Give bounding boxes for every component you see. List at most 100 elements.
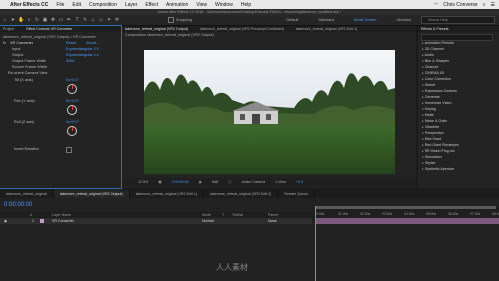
preset-category[interactable]: Generate <box>422 95 440 99</box>
snapping-toggle[interactable]: Snapping <box>168 17 192 23</box>
work-area-bar[interactable] <box>316 206 496 209</box>
workspace-libraries[interactable]: Libraries <box>396 18 411 22</box>
menu-animation[interactable]: Animation <box>166 2 188 8</box>
roto-tool-icon[interactable]: ✦ <box>106 17 112 23</box>
roll-dial[interactable] <box>67 126 77 136</box>
menu-help[interactable]: Help <box>241 2 251 8</box>
preset-category[interactable]: Red Giant Pluraleyes <box>422 143 459 147</box>
preset-category[interactable]: Animation Presets <box>422 41 454 45</box>
pan-behind-tool-icon[interactable]: ✥ <box>50 17 56 23</box>
preset-category[interactable]: Simulation <box>422 155 442 159</box>
exposure-value[interactable]: +0.0 <box>296 180 303 184</box>
timeline-tab-edit1[interactable]: lakemore_retreat_original (VR2 Edit 1) <box>130 190 205 198</box>
layer-row[interactable]: ◉ 1 VR Converter Normal None <box>0 218 312 224</box>
timeline-tab-original[interactable]: lakemore_retreat_original <box>0 190 54 198</box>
preset-category[interactable]: Immersive Video <box>422 101 452 105</box>
tab-project[interactable]: Project <box>3 26 14 32</box>
tab-effect-controls[interactable]: Effect Controls VR Converter <box>26 26 72 32</box>
preset-category[interactable]: Expression Controls <box>422 89 457 93</box>
tools-toolbar: ⌂ ➤ ✋ ⌕ ↻ ▣ ✥ ▭ ✒ T ✎ ⊥ ◇ ✦ ✲ Snapping D… <box>0 15 499 26</box>
menu-window[interactable]: Window <box>215 2 233 8</box>
snapping-checkbox[interactable] <box>168 17 174 23</box>
menu-composition[interactable]: Composition <box>89 2 117 8</box>
layer-parent[interactable]: None <box>268 218 277 224</box>
zoom-tool-icon[interactable]: ⌕ <box>26 17 32 23</box>
presets-search-input[interactable] <box>421 34 493 41</box>
menu-file[interactable]: File <box>56 2 64 8</box>
preset-category[interactable]: Distort <box>422 83 435 87</box>
search-icon[interactable]: ⌕ <box>483 2 486 8</box>
roll-value[interactable]: 0x+0.0° <box>66 119 79 125</box>
preset-category[interactable]: RE:Vision Plug-ins <box>422 149 455 153</box>
search-help-input[interactable]: Search Help <box>421 16 495 24</box>
layer-color-swatch[interactable] <box>40 219 44 223</box>
pan-value[interactable]: 0x+0.0° <box>66 98 79 104</box>
camera-tool-icon[interactable]: ▣ <box>42 17 48 23</box>
tilt-value[interactable]: 0x+0.0° <box>66 77 79 83</box>
home-icon[interactable]: ⌂ <box>2 17 8 23</box>
preset-category[interactable]: Blur & Sharpen <box>422 59 449 63</box>
resolution-dropdown[interactable]: Half <box>212 180 218 184</box>
eraser-tool-icon[interactable]: ◇ <box>98 17 104 23</box>
eye-icon[interactable]: ◉ <box>4 218 7 224</box>
playhead[interactable] <box>315 206 316 281</box>
pen-tool-icon[interactable]: ✒ <box>66 17 72 23</box>
preset-category[interactable]: Channel <box>422 65 438 69</box>
camera-dropdown[interactable]: Active Camera <box>242 180 266 184</box>
preset-category[interactable]: CINEMA 4D <box>422 71 444 75</box>
grid-icon[interactable]: ▦ <box>158 180 161 184</box>
tilt-dial[interactable] <box>67 84 77 94</box>
wifi-icon[interactable]: ◠ <box>434 2 438 8</box>
menu-edit[interactable]: Edit <box>72 2 81 8</box>
type-tool-icon[interactable]: T <box>74 17 80 23</box>
rotate-tool-icon[interactable]: ↻ <box>34 17 40 23</box>
timeline-tab-render-queue[interactable]: Render Queue <box>278 190 315 198</box>
menu-layer[interactable]: Layer <box>125 2 138 8</box>
snapshot-icon[interactable]: ◉ <box>199 180 202 184</box>
timeline-tab-edit2[interactable]: lakemore_retreat_original (VR2 Edit 2) <box>204 190 279 198</box>
menu-view[interactable]: View <box>196 2 207 8</box>
reorient-camera-label: Re-orient Camera View <box>8 71 48 75</box>
current-time[interactable]: 0:00:00:00 <box>172 180 189 184</box>
timeline-tab-output[interactable]: lakemore_retreat_original (VR2 Output) <box>53 190 130 198</box>
workspace-small-screen[interactable]: Small Screen <box>354 18 377 22</box>
presets-title[interactable]: Effects & Presets <box>421 26 449 32</box>
workspace-default[interactable]: Default <box>286 18 298 22</box>
hand-tool-icon[interactable]: ✋ <box>18 17 24 23</box>
ruler-tick-label: 01:00s <box>338 212 349 216</box>
composition-viewer[interactable] <box>144 50 395 174</box>
layer-name[interactable]: VR Converter <box>52 218 74 224</box>
menu-list-icon[interactable]: ☰ <box>491 2 495 8</box>
invert-rotation-checkbox[interactable] <box>66 147 72 153</box>
menu-app-name[interactable]: After Effects CC <box>10 2 48 8</box>
preset-category[interactable]: Keying <box>422 107 436 111</box>
preset-category[interactable]: Obsolete <box>422 125 439 129</box>
region-icon[interactable]: ▢ <box>228 180 231 184</box>
house-building <box>232 102 280 124</box>
layer-duration-bar[interactable] <box>316 218 499 224</box>
timeline-timecode[interactable]: 0:00:00:00 <box>4 202 32 208</box>
preset-category[interactable]: Audio <box>422 53 434 57</box>
puppet-tool-icon[interactable]: ✲ <box>114 17 120 23</box>
preset-category[interactable]: Color Correction <box>422 77 451 81</box>
preset-category[interactable]: Noise & Grain <box>422 119 447 123</box>
zoom-dropdown[interactable]: 12.5% <box>138 180 148 184</box>
menu-effect[interactable]: Effect <box>145 2 158 8</box>
preset-category[interactable]: Perspective <box>422 131 444 135</box>
preset-category[interactable]: Red Giant <box>422 137 441 141</box>
views-dropdown[interactable]: 1 View <box>275 180 286 184</box>
effect-controls-panel: Project Effect Controls VR Converter lak… <box>0 25 122 189</box>
selection-tool-icon[interactable]: ➤ <box>10 17 16 23</box>
user-name[interactable]: Chris Converse <box>443 2 477 8</box>
preset-category[interactable]: Synthetic Aperture <box>422 167 454 171</box>
ruler-tick-label: 0:00s <box>316 212 325 216</box>
workspace-standard[interactable]: Standard <box>318 18 333 22</box>
layer-mode[interactable]: Normal <box>202 218 214 224</box>
brush-tool-icon[interactable]: ✎ <box>82 17 88 23</box>
preset-category[interactable]: 3D Channel <box>422 47 444 51</box>
pan-dial[interactable] <box>67 105 77 115</box>
stamp-tool-icon[interactable]: ⊥ <box>90 17 96 23</box>
mask-tool-icon[interactable]: ▭ <box>58 17 64 23</box>
preset-category[interactable]: Stylize <box>422 161 436 165</box>
preset-category[interactable]: Matte <box>422 113 434 117</box>
